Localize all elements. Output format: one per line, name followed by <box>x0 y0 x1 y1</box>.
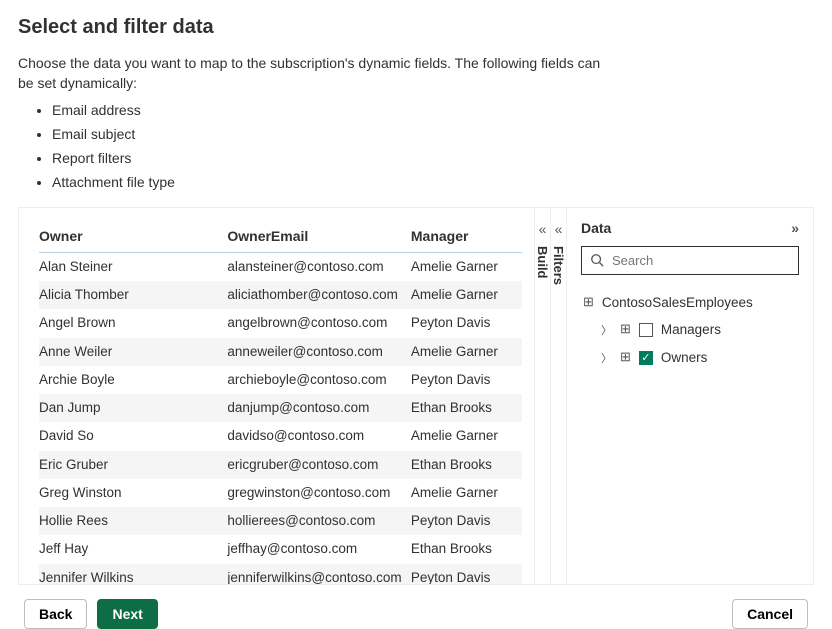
cell-owner: Angel Brown <box>39 309 227 337</box>
table-row[interactable]: Jennifer Wilkinsjenniferwilkins@contoso.… <box>39 564 522 584</box>
build-rail[interactable]: « Build <box>534 208 550 584</box>
data-pane: Data » ⊞ ContosoSalesEmployees 〉 ⊞ Manager… <box>566 208 813 584</box>
table-row[interactable]: Archie Boylearchieboyle@contoso.comPeyto… <box>39 366 522 394</box>
back-button[interactable]: Back <box>24 599 87 629</box>
cell-email: hollierees@contoso.com <box>227 507 411 535</box>
cell-email: anneweiler@contoso.com <box>227 338 411 366</box>
cell-owner: Dan Jump <box>39 394 227 422</box>
tree-root[interactable]: ⊞ ContosoSalesEmployees <box>581 289 799 316</box>
table-row[interactable]: Alan Steineralansteiner@contoso.comAmeli… <box>39 252 522 281</box>
intro-bullet: Attachment file type <box>52 170 618 194</box>
cell-owner: Hollie Rees <box>39 507 227 535</box>
data-table: Owner OwnerEmail Manager Alan Steinerala… <box>39 222 522 584</box>
cell-owner: David So <box>39 422 227 450</box>
chevron-right-icon[interactable]: 〉 <box>601 322 612 338</box>
table-row[interactable]: Greg Winstongregwinston@contoso.comAmeli… <box>39 479 522 507</box>
table-icon: ⊞ <box>620 322 631 337</box>
table-row[interactable]: Hollie Reeshollierees@contoso.comPeyton … <box>39 507 522 535</box>
cell-manager: Ethan Brooks <box>411 394 522 422</box>
cell-email: danjump@contoso.com <box>227 394 411 422</box>
table-row[interactable]: Jeff Hayjeffhay@contoso.comEthan Brooks <box>39 535 522 563</box>
table-icon: ⊞ <box>620 350 631 365</box>
chevron-double-right-icon[interactable]: » <box>791 220 799 236</box>
cell-email: davidso@contoso.com <box>227 422 411 450</box>
cell-owner: Jennifer Wilkins <box>39 564 227 584</box>
tree-item[interactable]: 〉 ⊞ Managers <box>581 316 799 344</box>
filters-rail[interactable]: « Filters <box>550 208 566 584</box>
search-field[interactable] <box>581 246 799 275</box>
page-title: Select and filter data <box>18 16 814 39</box>
cell-email: jenniferwilkins@contoso.com <box>227 564 411 584</box>
cell-email: alansteiner@contoso.com <box>227 252 411 281</box>
cell-email: gregwinston@contoso.com <box>227 479 411 507</box>
cell-owner: Archie Boyle <box>39 366 227 394</box>
cell-manager: Amelie Garner <box>411 281 522 309</box>
cancel-button[interactable]: Cancel <box>732 599 808 629</box>
cell-manager: Ethan Brooks <box>411 451 522 479</box>
cell-manager: Peyton Davis <box>411 564 522 584</box>
next-button[interactable]: Next <box>97 599 157 629</box>
workspace: Owner OwnerEmail Manager Alan Steinerala… <box>18 207 814 585</box>
tree-item-label: Owners <box>661 350 708 365</box>
data-pane-title: Data <box>581 220 611 236</box>
table-row[interactable]: Dan Jumpdanjump@contoso.comEthan Brooks <box>39 394 522 422</box>
table-row[interactable]: Alicia Thomberaliciathomber@contoso.comA… <box>39 281 522 309</box>
checkbox[interactable]: ✓ <box>639 351 653 365</box>
table-row[interactable]: Eric Gruberericgruber@contoso.comEthan B… <box>39 451 522 479</box>
cell-email: angelbrown@contoso.com <box>227 309 411 337</box>
chevron-double-left-icon[interactable]: « <box>539 222 547 236</box>
dialog-footer: Back Next Cancel <box>18 585 814 629</box>
cell-owner: Greg Winston <box>39 479 227 507</box>
cell-owner: Anne Weiler <box>39 338 227 366</box>
cell-manager: Amelie Garner <box>411 479 522 507</box>
cell-owner: Alicia Thomber <box>39 281 227 309</box>
intro-bullet: Report filters <box>52 146 618 170</box>
intro-bullet: Email address <box>52 98 618 122</box>
table-pane: Owner OwnerEmail Manager Alan Steinerala… <box>19 208 534 584</box>
cell-manager: Amelie Garner <box>411 338 522 366</box>
intro-text: Choose the data you want to map to the s… <box>18 53 618 195</box>
cell-email: archieboyle@contoso.com <box>227 366 411 394</box>
tree-item[interactable]: 〉 ⊞ ✓ Owners <box>581 344 799 372</box>
intro-bullet: Email subject <box>52 122 618 146</box>
chevron-right-icon[interactable]: 〉 <box>601 350 612 366</box>
intro-lead: Choose the data you want to map to the s… <box>18 55 600 91</box>
cell-email: jeffhay@contoso.com <box>227 535 411 563</box>
cell-email: ericgruber@contoso.com <box>227 451 411 479</box>
table-row[interactable]: Angel Brownangelbrown@contoso.comPeyton … <box>39 309 522 337</box>
col-header-email[interactable]: OwnerEmail <box>227 222 411 253</box>
cell-owner: Alan Steiner <box>39 252 227 281</box>
table-row[interactable]: David Sodavidso@contoso.comAmelie Garner <box>39 422 522 450</box>
cell-manager: Ethan Brooks <box>411 535 522 563</box>
col-header-manager[interactable]: Manager <box>411 222 522 253</box>
cell-manager: Peyton Davis <box>411 366 522 394</box>
cell-owner: Eric Gruber <box>39 451 227 479</box>
search-icon <box>590 253 604 267</box>
table-row[interactable]: Anne Weileranneweiler@contoso.comAmelie … <box>39 338 522 366</box>
tree-item-label: Managers <box>661 322 721 337</box>
cell-email: aliciathomber@contoso.com <box>227 281 411 309</box>
cell-manager: Peyton Davis <box>411 309 522 337</box>
cell-manager: Amelie Garner <box>411 422 522 450</box>
cell-owner: Jeff Hay <box>39 535 227 563</box>
filters-rail-label: Filters <box>551 246 566 285</box>
chevron-double-left-icon[interactable]: « <box>555 222 563 236</box>
field-tree: ⊞ ContosoSalesEmployees 〉 ⊞ Managers 〉 ⊞ ✓ Own… <box>581 289 799 372</box>
search-input[interactable] <box>610 252 790 269</box>
cell-manager: Peyton Davis <box>411 507 522 535</box>
tree-root-label: ContosoSalesEmployees <box>602 295 753 310</box>
checkbox[interactable] <box>639 323 653 337</box>
build-rail-label: Build <box>535 246 550 279</box>
cell-manager: Amelie Garner <box>411 252 522 281</box>
col-header-owner[interactable]: Owner <box>39 222 227 253</box>
table-icon: ⊞ <box>583 295 594 310</box>
